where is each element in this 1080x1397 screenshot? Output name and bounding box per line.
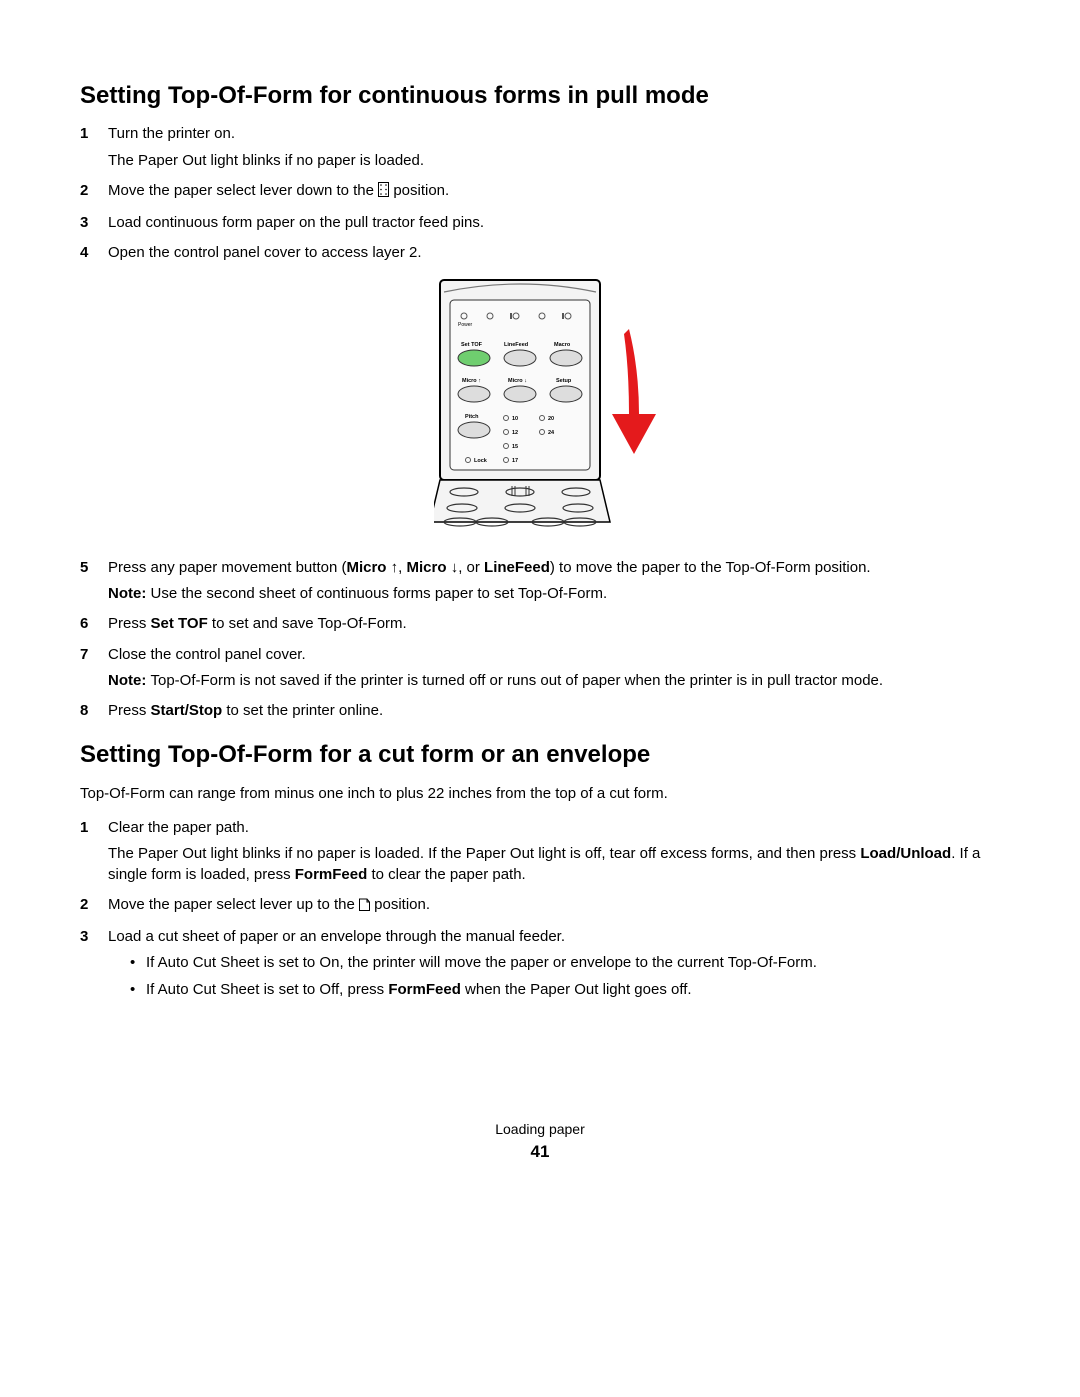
step-7: 7 Close the control panel cover. Note: T… — [80, 645, 1000, 692]
step-2-text-a: Move the paper select lever down to the — [108, 182, 378, 199]
svg-text:Micro ↓: Micro ↓ — [508, 378, 527, 384]
footer-section-name: Loading paper — [80, 1120, 1000, 1139]
control-panel-svg: Power Set TOF LineFeed Macro — [434, 274, 674, 534]
steps-list-1: 1 Turn the printer on. The Paper Out lig… — [80, 124, 1000, 721]
svg-text:24: 24 — [548, 430, 555, 436]
step-5-or: , or — [458, 559, 484, 576]
svg-text:Setup: Setup — [556, 378, 572, 384]
cf-step-3: 3 Load a cut sheet of paper or an envelo… — [80, 927, 1000, 1000]
cf-step-1-text: Clear the paper path. — [108, 819, 249, 836]
cf-step-3-bullets: If Auto Cut Sheet is set to On, the prin… — [130, 953, 1000, 1000]
step-5-lf: LineFeed — [484, 559, 550, 576]
step-1-sub: The Paper Out light blinks if no paper i… — [108, 151, 1000, 171]
step-3: 3 Load continuous form paper on the pull… — [80, 213, 1000, 233]
svg-text:20: 20 — [548, 416, 554, 422]
svg-text:Power: Power — [458, 322, 473, 328]
down-arrow-icon — [612, 329, 656, 454]
step-5-comma: , — [398, 559, 406, 576]
cf-step-1: 1 Clear the paper path. The Paper Out li… — [80, 818, 1000, 885]
step-1: 1 Turn the printer on. The Paper Out lig… — [80, 124, 1000, 171]
step-4: 4 Open the control panel cover to access… — [80, 243, 1000, 540]
step-5: 5 Press any paper movement button (Micro… — [80, 558, 1000, 605]
step-4-text: Open the control panel cover to access l… — [108, 244, 422, 261]
step-6-bold: Set TOF — [151, 615, 208, 632]
intro-cut-form: Top-Of-Form can range from minus one inc… — [80, 784, 1000, 804]
cf-step-2-text-a: Move the paper select lever up to the — [108, 896, 359, 913]
control-panel-figure: Power Set TOF LineFeed Macro — [108, 274, 1000, 540]
svg-text:17: 17 — [512, 458, 518, 464]
cut-sheet-position-icon — [359, 897, 370, 917]
page-footer: Loading paper 41 — [80, 1120, 1000, 1164]
step-1-text: Turn the printer on. — [108, 125, 235, 142]
step-5-note: Note: Use the second sheet of continuous… — [108, 584, 1000, 604]
step-8-text-b: to set the printer online. — [222, 702, 383, 719]
heading-pull-mode: Setting Top-Of-Form for continuous forms… — [80, 80, 1000, 112]
svg-text:Pitch: Pitch — [465, 414, 479, 420]
cf-step-3-text: Load a cut sheet of paper or an envelope… — [108, 928, 565, 945]
svg-text:12: 12 — [512, 430, 518, 436]
step-5-text-a: Press any paper movement button ( — [108, 559, 346, 576]
step-8-bold: Start/Stop — [151, 702, 223, 719]
step-8-text-a: Press — [108, 702, 151, 719]
steps-list-2: 1 Clear the paper path. The Paper Out li… — [80, 818, 1000, 1000]
svg-text:Micro ↑: Micro ↑ — [462, 378, 481, 384]
step-2: 2 Move the paper select lever down to th… — [80, 181, 1000, 203]
step-6: 6 Press Set TOF to set and save Top-Of-F… — [80, 614, 1000, 634]
step-7-note: Note: Top-Of-Form is not saved if the pr… — [108, 671, 1000, 691]
step-6-text-b: to set and save Top-Of-Form. — [208, 615, 407, 632]
cf-bullet-2: If Auto Cut Sheet is set to Off, press F… — [130, 980, 1000, 1000]
cf-step-1-sub: The Paper Out light blinks if no paper i… — [108, 844, 1000, 885]
svg-text:Lock: Lock — [474, 458, 488, 464]
step-7-text: Close the control panel cover. — [108, 646, 306, 663]
step-5-text-b: ) to move the paper to the Top-Of-Form p… — [550, 559, 871, 576]
cf-step-2: 2 Move the paper select lever up to the … — [80, 895, 1000, 917]
heading-cut-form: Setting Top-Of-Form for a cut form or an… — [80, 739, 1000, 771]
svg-text:10: 10 — [512, 416, 518, 422]
step-6-text-a: Press — [108, 615, 151, 632]
step-2-text-b: position. — [389, 182, 449, 199]
svg-text:LineFeed: LineFeed — [504, 342, 528, 348]
step-8: 8 Press Start/Stop to set the printer on… — [80, 701, 1000, 721]
svg-text:Set TOF: Set TOF — [461, 342, 483, 348]
cf-step-2-text-b: position. — [370, 896, 430, 913]
continuous-form-position-icon — [378, 182, 389, 203]
footer-page-number: 41 — [80, 1141, 1000, 1164]
step-5-micro-2: Micro — [407, 559, 451, 576]
cf-bullet-1: If Auto Cut Sheet is set to On, the prin… — [130, 953, 1000, 973]
step-3-text: Load continuous form paper on the pull t… — [108, 214, 484, 231]
svg-text:Macro: Macro — [554, 342, 571, 348]
svg-text:15: 15 — [512, 444, 518, 450]
step-5-micro-1: Micro — [346, 559, 390, 576]
